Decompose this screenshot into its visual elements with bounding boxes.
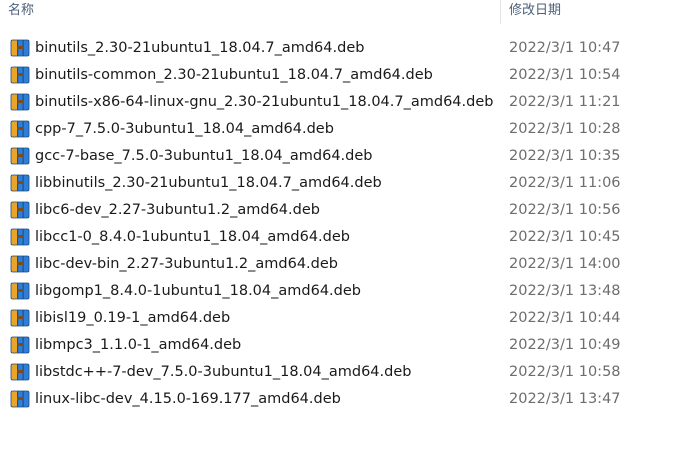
file-name: libc6-dev_2.27-3ubuntu1.2_amd64.deb [35,202,320,218]
winrar-archive-icon [10,66,30,84]
column-header-date-modified[interactable]: 修改日期 [501,0,683,24]
file-date-modified: 2022/3/1 11:21 [509,94,621,110]
file-row[interactable]: libcc1-0_8.4.0-1ubuntu1_18.04_amd64.deb … [0,224,683,251]
file-date-modified: 2022/3/1 10:56 [509,202,621,218]
file-date-modified: 2022/3/1 13:47 [509,391,621,407]
file-name: libcc1-0_8.4.0-1ubuntu1_18.04_amd64.deb [35,229,350,245]
file-row[interactable]: binutils-common_2.30-21ubuntu1_18.04.7_a… [0,62,683,89]
file-name: binutils-common_2.30-21ubuntu1_18.04.7_a… [35,67,433,83]
file-row[interactable]: libbinutils_2.30-21ubuntu1_18.04.7_amd64… [0,170,683,197]
file-name: binutils-x86-64-linux-gnu_2.30-21ubuntu1… [35,94,494,110]
winrar-archive-icon [10,174,30,192]
column-header-bar: 名称 修改日期 [0,0,683,24]
file-row[interactable]: gcc-7-base_7.5.0-3ubuntu1_18.04_amd64.de… [0,143,683,170]
winrar-archive-icon [10,147,30,165]
file-row[interactable]: linux-libc-dev_4.15.0-169.177_amd64.deb … [0,386,683,413]
winrar-archive-icon [10,309,30,327]
winrar-archive-icon [10,93,30,111]
file-row[interactable]: cpp-7_7.5.0-3ubuntu1_18.04_amd64.deb 202… [0,116,683,143]
file-row[interactable]: libc-dev-bin_2.27-3ubuntu1.2_amd64.deb 2… [0,251,683,278]
winrar-archive-icon [10,120,30,138]
winrar-archive-icon [10,39,30,57]
file-row[interactable]: libstdc++-7-dev_7.5.0-3ubuntu1_18.04_amd… [0,359,683,386]
file-row[interactable]: libgomp1_8.4.0-1ubuntu1_18.04_amd64.deb … [0,278,683,305]
file-date-modified: 2022/3/1 10:54 [509,67,621,83]
file-date-modified: 2022/3/1 10:44 [509,310,621,326]
winrar-archive-icon [10,201,30,219]
file-list: binutils_2.30-21ubuntu1_18.04.7_amd64.de… [0,35,683,413]
file-name: libstdc++-7-dev_7.5.0-3ubuntu1_18.04_amd… [35,364,412,380]
file-date-modified: 2022/3/1 14:00 [509,256,621,272]
file-name: cpp-7_7.5.0-3ubuntu1_18.04_amd64.deb [35,121,334,137]
winrar-archive-icon [10,363,30,381]
file-name: gcc-7-base_7.5.0-3ubuntu1_18.04_amd64.de… [35,148,373,164]
file-name: linux-libc-dev_4.15.0-169.177_amd64.deb [35,391,341,407]
file-row[interactable]: libmpc3_1.1.0-1_amd64.deb 2022/3/1 10:49 [0,332,683,359]
file-name: libisl19_0.19-1_amd64.deb [35,310,231,326]
file-date-modified: 2022/3/1 10:58 [509,364,621,380]
file-date-modified: 2022/3/1 11:06 [509,175,621,191]
file-date-modified: 2022/3/1 10:35 [509,148,621,164]
file-row[interactable]: binutils_2.30-21ubuntu1_18.04.7_amd64.de… [0,35,683,62]
file-date-modified: 2022/3/1 13:48 [509,283,621,299]
file-name: libgomp1_8.4.0-1ubuntu1_18.04_amd64.deb [35,283,361,299]
file-date-modified: 2022/3/1 10:47 [509,40,621,56]
file-name: libc-dev-bin_2.27-3ubuntu1.2_amd64.deb [35,256,338,272]
file-date-modified: 2022/3/1 10:45 [509,229,621,245]
winrar-archive-icon [10,336,30,354]
file-name: libbinutils_2.30-21ubuntu1_18.04.7_amd64… [35,175,382,191]
file-row[interactable]: libc6-dev_2.27-3ubuntu1.2_amd64.deb 2022… [0,197,683,224]
winrar-archive-icon [10,282,30,300]
file-name: libmpc3_1.1.0-1_amd64.deb [35,337,242,353]
file-row[interactable]: binutils-x86-64-linux-gnu_2.30-21ubuntu1… [0,89,683,116]
file-name: binutils_2.30-21ubuntu1_18.04.7_amd64.de… [35,40,365,56]
file-date-modified: 2022/3/1 10:49 [509,337,621,353]
winrar-archive-icon [10,228,30,246]
file-row[interactable]: libisl19_0.19-1_amd64.deb 2022/3/1 10:44 [0,305,683,332]
winrar-archive-icon [10,255,30,273]
file-date-modified: 2022/3/1 10:28 [509,121,621,137]
winrar-archive-icon [10,390,30,408]
column-header-name[interactable]: 名称 [0,0,500,24]
